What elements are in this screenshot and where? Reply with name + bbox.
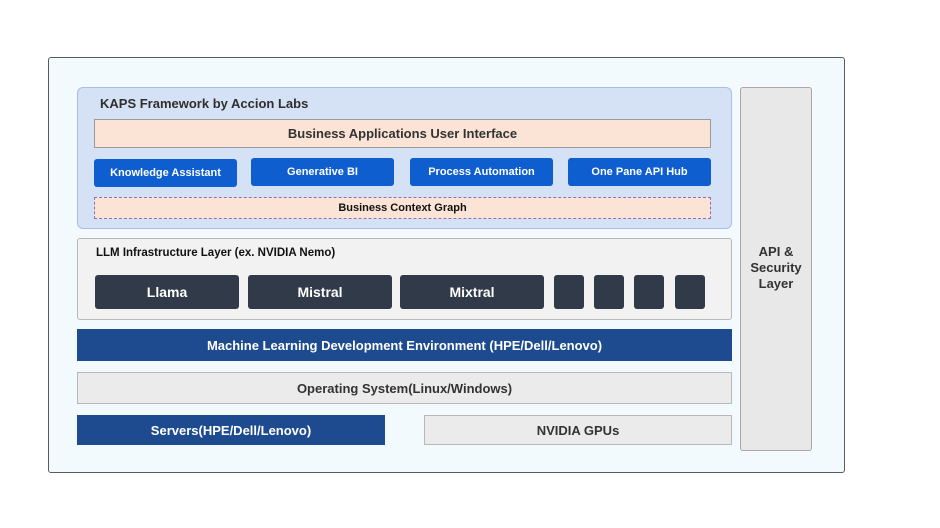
nvidia-gpus-bar: NVIDIA GPUs [424,415,732,445]
kaps-framework-title: KAPS Framework by Accion Labs [100,96,309,111]
module-knowledge-assistant: Knowledge Assistant [94,159,237,187]
api-security-layer-label: API & Security Layer [750,244,802,291]
module-one-pane-api-hub: One Pane API Hub [568,158,711,186]
llm-infrastructure-title: LLM Infrastructure Layer (ex. NVIDIA Nem… [96,247,336,259]
model-llama: Llama [95,275,239,309]
module-generative-bi: Generative BI [251,158,394,186]
business-applications-ui-bar: Business Applications User Interface [94,119,711,148]
ml-development-environment-bar: Machine Learning Development Environment… [77,329,732,361]
model-placeholder [634,275,664,309]
model-mistral: Mistral [248,275,392,309]
servers-bar: Servers(HPE/Dell/Lenovo) [77,415,385,445]
model-placeholder [675,275,705,309]
operating-system-bar: Operating System(Linux/Windows) [77,372,732,404]
model-placeholder [554,275,584,309]
model-placeholder [594,275,624,309]
module-process-automation: Process Automation [410,158,553,186]
business-context-graph: Business Context Graph [94,197,711,219]
model-mixtral: Mixtral [400,275,544,309]
